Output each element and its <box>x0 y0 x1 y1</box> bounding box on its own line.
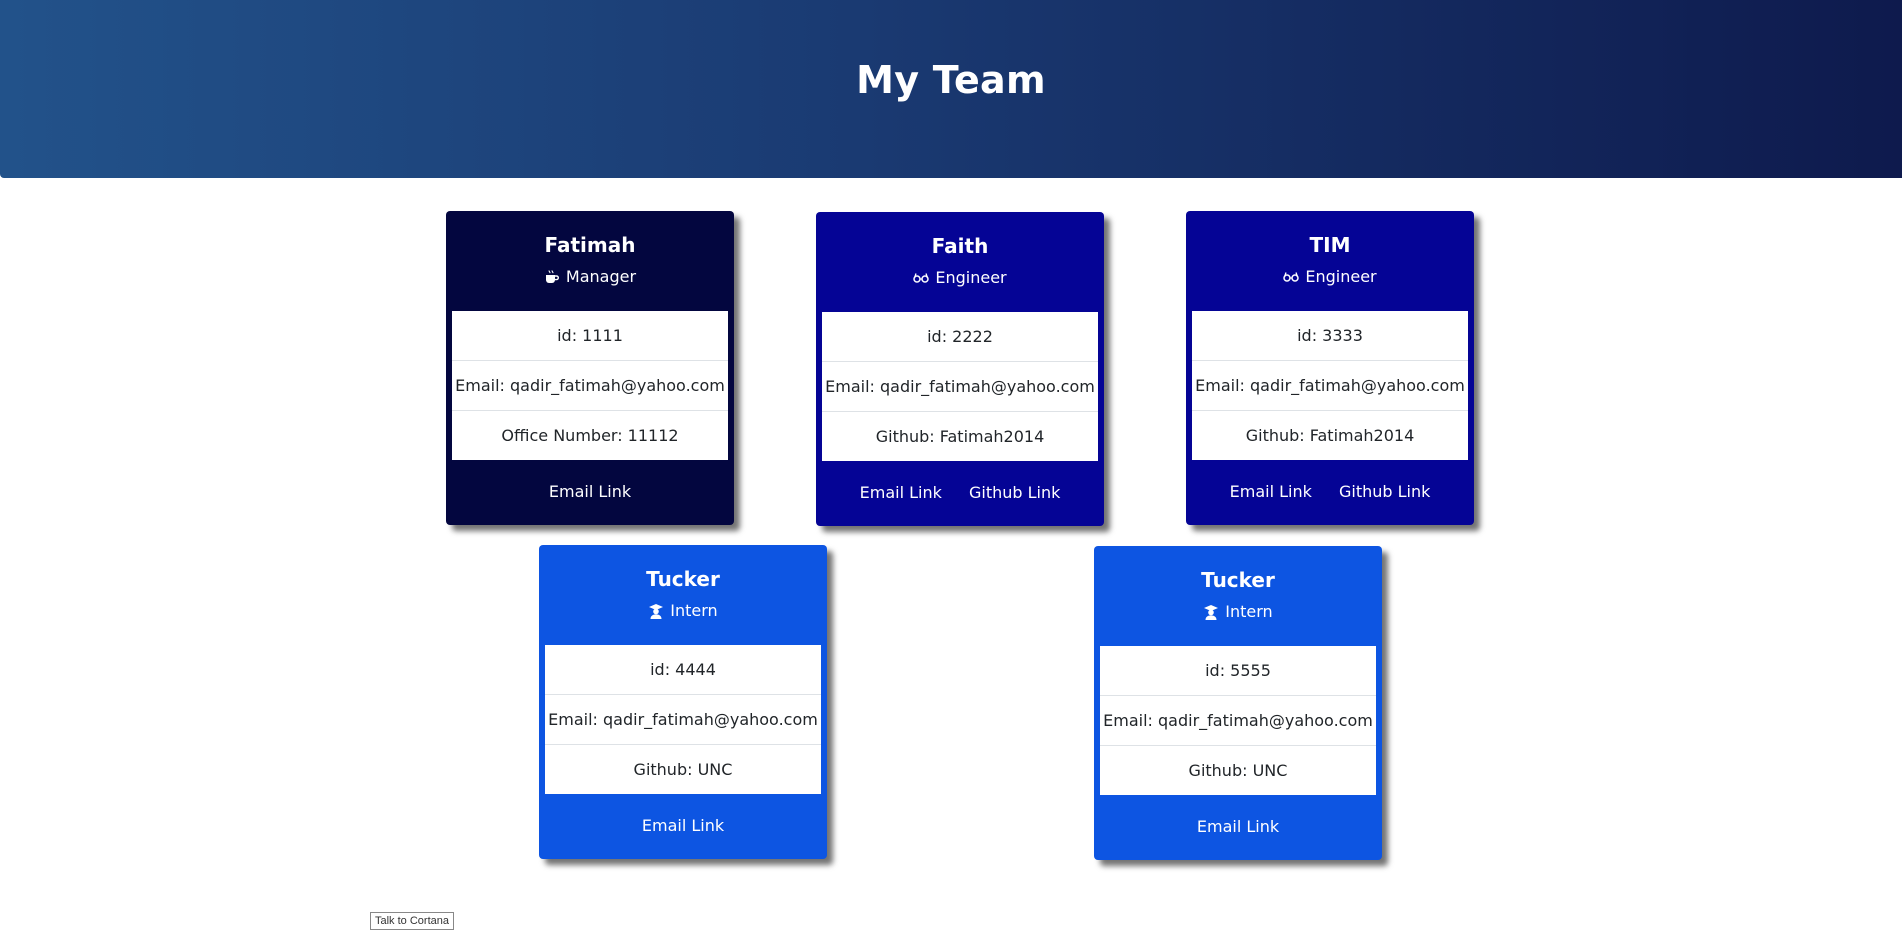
employee-name: Faith <box>931 234 989 258</box>
email-link[interactable]: Email Link <box>549 482 631 501</box>
employee-role: Manager <box>446 267 734 287</box>
id-item: id: 1111 <box>452 311 728 361</box>
info-list: id: 1111 Email: qadir_fatimah@yahoo.com … <box>452 311 728 460</box>
office-number-item: Office Number: 11112 <box>501 426 679 445</box>
card-links: Email Link <box>1094 795 1382 836</box>
github-item: Github: Fatimah2014 <box>1245 426 1415 445</box>
page-header: My Team <box>0 0 1902 178</box>
employee-role: Intern <box>1094 602 1382 622</box>
card-header: Tucker Intern <box>1094 546 1382 646</box>
coffee-cup-icon <box>544 269 560 285</box>
email-link[interactable]: Email Link <box>1197 817 1279 836</box>
employee-card-manager: Fatimah Manager id: 1111 Email: qadir_fa… <box>446 211 734 525</box>
employee-card-engineer: TIM Engineer id: 3333 Email: qadir_fatim… <box>1186 211 1474 525</box>
github-link[interactable]: Github Link <box>1339 482 1430 501</box>
card-links: Email Link <box>446 460 734 501</box>
email-link[interactable]: Email Link <box>642 816 724 835</box>
card-links: Email Link Github Link <box>816 461 1104 502</box>
card-header: Faith Engineer <box>816 212 1104 312</box>
id-item: id: 5555 <box>1100 646 1376 696</box>
page-title: My Team <box>856 58 1046 102</box>
role-label: Engineer <box>1305 267 1377 286</box>
info-list: id: 3333 Email: qadir_fatimah@yahoo.com … <box>1192 311 1468 460</box>
graduate-icon <box>1203 604 1219 620</box>
role-label: Intern <box>1225 602 1273 621</box>
info-list: id: 4444 Email: qadir_fatimah@yahoo.com … <box>545 645 821 794</box>
school-item: Github: UNC <box>1188 761 1288 780</box>
card-links: Email Link <box>539 794 827 835</box>
card-links: Email Link Github Link <box>1186 460 1474 501</box>
role-label: Manager <box>565 267 637 286</box>
email-link[interactable]: Email Link <box>1230 482 1312 501</box>
employee-role: Engineer <box>816 268 1104 288</box>
info-list: id: 5555 Email: qadir_fatimah@yahoo.com … <box>1100 646 1376 795</box>
info-list: id: 2222 Email: qadir_fatimah@yahoo.com … <box>822 312 1098 461</box>
card-header: Fatimah Manager <box>446 211 734 311</box>
card-header: Tucker Intern <box>539 545 827 645</box>
email-item: Email: qadir_fatimah@yahoo.com <box>1192 361 1468 411</box>
employee-card-engineer: Faith Engineer id: 2222 Email: qadir_fat… <box>816 212 1104 526</box>
employee-name: Fatimah <box>544 233 636 257</box>
card-header: TIM Engineer <box>1186 211 1474 311</box>
role-label: Intern <box>670 601 718 620</box>
employee-name: Tucker <box>646 567 720 591</box>
glasses-icon <box>913 272 930 284</box>
email-link[interactable]: Email Link <box>860 483 942 502</box>
school-item: Github: UNC <box>633 760 733 779</box>
employee-name: TIM <box>1309 233 1351 257</box>
employee-card-intern: Tucker Intern id: 5555 Email: qadir_fati… <box>1094 546 1382 860</box>
glasses-icon <box>1283 271 1300 283</box>
github-link[interactable]: Github Link <box>969 483 1060 502</box>
id-item: id: 3333 <box>1192 311 1468 361</box>
email-item: Email: qadir_fatimah@yahoo.com <box>822 362 1098 412</box>
graduate-icon <box>648 603 664 619</box>
id-item: id: 4444 <box>545 645 821 695</box>
email-item: Email: qadir_fatimah@yahoo.com <box>452 361 728 411</box>
github-item: Github: Fatimah2014 <box>875 427 1045 446</box>
employee-role: Engineer <box>1186 267 1474 287</box>
employee-name: Tucker <box>1201 568 1275 592</box>
email-item: Email: qadir_fatimah@yahoo.com <box>1100 696 1376 746</box>
role-label: Engineer <box>935 268 1007 287</box>
employee-role: Intern <box>539 601 827 621</box>
cortana-tooltip: Talk to Cortana <box>370 912 454 930</box>
employee-card-intern: Tucker Intern id: 4444 Email: qadir_fati… <box>539 545 827 859</box>
email-item: Email: qadir_fatimah@yahoo.com <box>545 695 821 745</box>
id-item: id: 2222 <box>822 312 1098 362</box>
